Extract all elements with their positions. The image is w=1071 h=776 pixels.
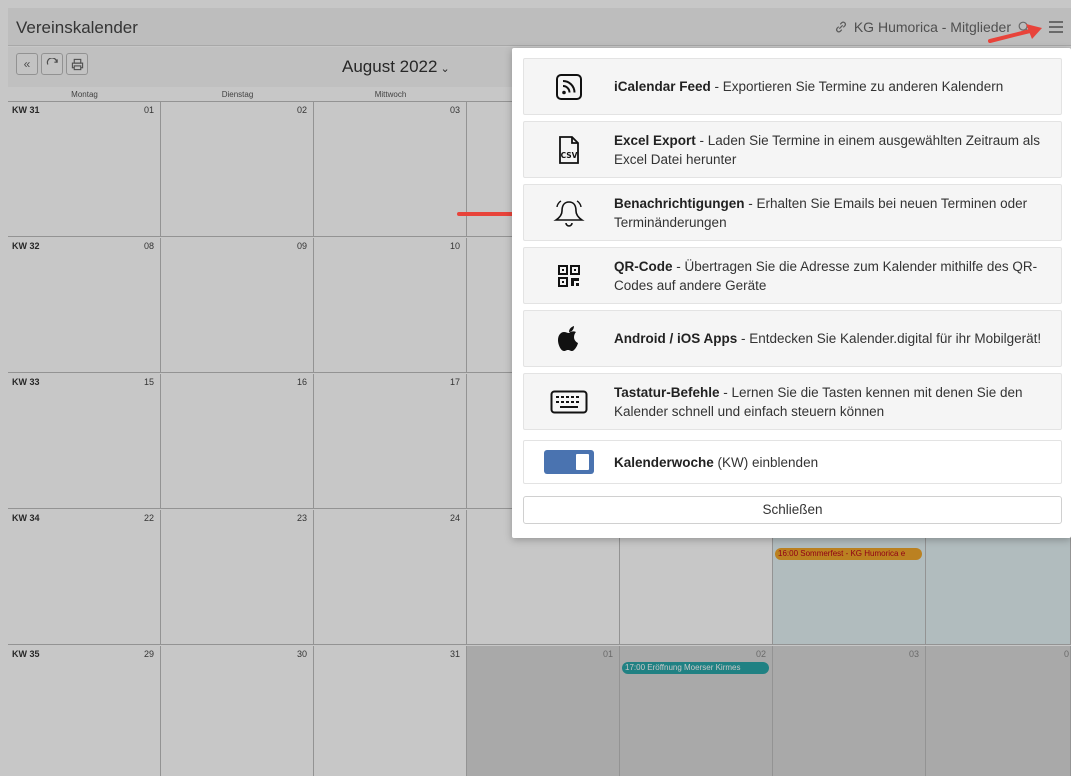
apple-icon (558, 325, 578, 351)
menu-item-mobile-apps[interactable]: Android / iOS Apps - Entdecken Sie Kalen… (523, 310, 1062, 367)
rss-feed-icon (556, 73, 582, 100)
csv-file-icon: CSV (559, 135, 579, 164)
menu-item-qr-code[interactable]: QR-Code - Übertragen Sie die Adresse zum… (523, 247, 1062, 304)
close-button[interactable]: Schließen (523, 496, 1062, 524)
menu-item-excel-export[interactable]: CSV Excel Export - Laden Sie Termine in … (523, 121, 1062, 178)
bell-icon (553, 199, 585, 227)
menu-item-icalendar[interactable]: iCalendar Feed - Exportieren Sie Termine… (523, 58, 1062, 115)
menu-item-notifications[interactable]: Benachrichtigungen - Erhalten Sie Emails… (523, 184, 1062, 241)
keyboard-icon (550, 390, 588, 413)
menu-item-keyboard-shortcuts[interactable]: Tastatur-Befehle - Lernen Sie die Tasten… (523, 373, 1062, 430)
annotation-arrow-icon (988, 24, 1042, 43)
toggle-knob (576, 454, 589, 470)
menu-item-week-number-toggle[interactable]: Kalenderwoche (KW) einblenden (523, 440, 1062, 484)
calendar-options-menu: iCalendar Feed - Exportieren Sie Termine… (512, 48, 1071, 538)
svg-text:CSV: CSV (561, 151, 578, 160)
qr-code-icon (558, 264, 580, 287)
week-number-toggle[interactable] (544, 450, 594, 474)
